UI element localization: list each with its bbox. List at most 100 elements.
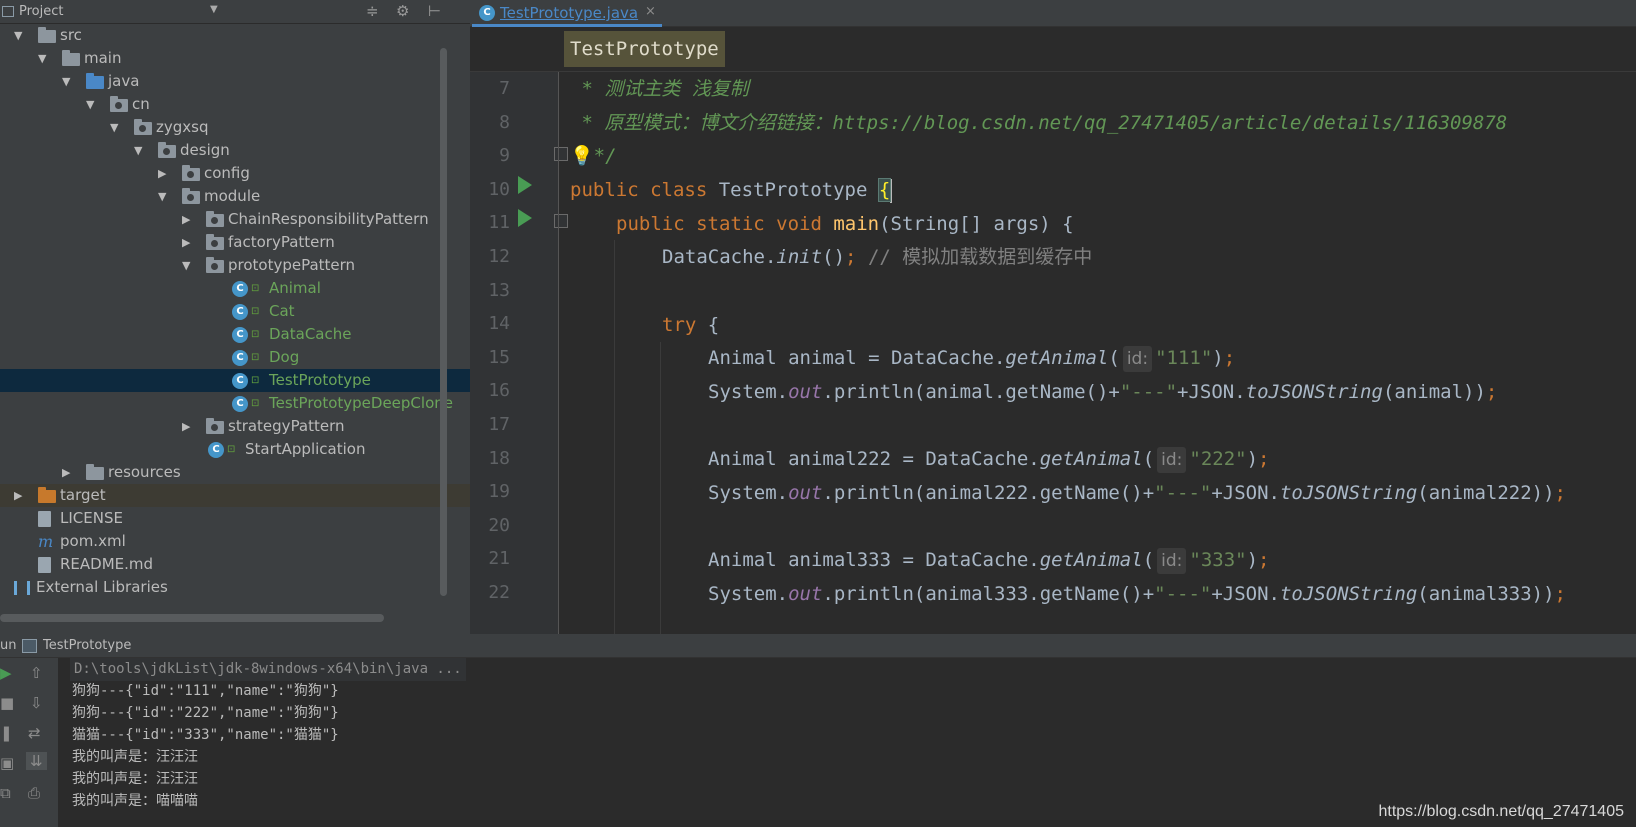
stop-icon[interactable]: ■ (0, 694, 14, 712)
run-config-icon (22, 639, 37, 653)
expand-arrow-icon[interactable]: ▼ (86, 93, 94, 116)
project-title[interactable]: Project (19, 4, 63, 19)
tree-item-design[interactable]: ▼ design (0, 139, 470, 162)
scroll-to-end-icon[interactable]: ⇊ (26, 752, 47, 770)
tree-item-src[interactable]: ▼ src (0, 24, 470, 47)
expand-arrow-icon[interactable]: ▼ (14, 24, 22, 47)
expand-arrow-icon[interactable]: ▼ (62, 70, 70, 93)
console-output[interactable]: D:\tools\jdkList\jdk-8windows-x64\bin\ja… (70, 658, 1632, 827)
tree-item-factorypattern[interactable]: ▶ factoryPattern (0, 231, 470, 254)
tree-item-cat[interactable]: C ⊡ Cat (0, 300, 470, 323)
expand-arrow-icon[interactable]: ▼ (110, 116, 118, 139)
maven-icon: m (38, 532, 54, 551)
tree-item-java[interactable]: ▼ java (0, 70, 470, 93)
layout-icon[interactable]: ⧉ (0, 784, 11, 802)
tree-item-dog[interactable]: C ⊡ Dog (0, 346, 470, 369)
print-icon[interactable]: ⎙ (28, 784, 40, 802)
tree-item-prototypepattern[interactable]: ▼ prototypePattern (0, 254, 470, 277)
expand-arrow-icon[interactable]: ▼ (38, 47, 46, 70)
tree-item-module[interactable]: ▼ module (0, 185, 470, 208)
run-toolbar: ▶ ⇧ ■ ⇩ ❚ ⇄ ▣ ⇊ ⧉ ⎙ (0, 658, 58, 827)
tree-item-label: Animal (269, 279, 321, 297)
collapse-all-icon[interactable]: ≑ (366, 2, 379, 20)
collapse-arrow-icon[interactable]: ▶ (62, 461, 70, 484)
package-icon (206, 211, 224, 227)
tree-item-main[interactable]: ▼ main (0, 47, 470, 70)
hide-icon[interactable]: ⊢ (428, 2, 441, 20)
class-icon: C (208, 442, 224, 458)
tree-item-startapplication[interactable]: C ⊡ StartApplication (0, 438, 470, 461)
tree-item-label: README.md (60, 555, 154, 573)
tree-item-label: Dog (269, 348, 300, 366)
arrow-up-icon[interactable]: ⇧ (30, 664, 43, 682)
tree-item-label: ChainResponsibilityPattern (228, 210, 429, 228)
tree-item-config[interactable]: ▶ config (0, 162, 470, 185)
gear-icon[interactable]: ⚙ (396, 2, 409, 20)
tree-item-license[interactable]: LICENSE (0, 507, 470, 530)
tree-item-label: prototypePattern (228, 256, 356, 274)
tree-horizontal-scrollbar[interactable] (0, 614, 384, 622)
run-tool-window: un TestPrototype ▶ ⇧ ■ ⇩ ❚ ⇄ ▣ ⇊ ⧉ ⎙ D:\… (0, 634, 1636, 827)
tree-vertical-scrollbar[interactable] (440, 48, 447, 596)
tree-item-label: src (60, 26, 82, 44)
run-icon[interactable]: ▶ (0, 664, 12, 682)
collapse-arrow-icon[interactable]: ▶ (182, 208, 190, 231)
param-hint: id: (1157, 547, 1187, 574)
tree-item-readme-md[interactable]: README.md (0, 553, 470, 576)
code-line-21: Animal animal333 = DataCache.getAnimal(i… (708, 543, 1270, 578)
access-icon: ⊡ (251, 398, 260, 409)
collapse-arrow-icon[interactable]: ▶ (182, 415, 190, 438)
pause-icon[interactable]: ❚ (0, 724, 13, 742)
expand-arrow-icon[interactable]: ▼ (158, 185, 166, 208)
tree-item-external-libraries[interactable]: ▶External Libraries (0, 576, 470, 599)
class-icon: C (232, 327, 248, 343)
class-icon: C (479, 5, 495, 21)
chevron-down-icon[interactable]: ▼ (210, 4, 218, 15)
class-icon: C (232, 350, 248, 366)
tree-item-resources[interactable]: ▶ resources (0, 461, 470, 484)
tree-item-testprototypedeepclone[interactable]: C ⊡ TestPrototypeDeepClone (0, 392, 470, 415)
tree-item-label: Cat (269, 302, 295, 320)
line-number: 15 (488, 346, 510, 368)
tree-item-zygxsq[interactable]: ▼ zygxsq (0, 116, 470, 139)
dump-icon[interactable]: ▣ (0, 754, 14, 772)
collapse-arrow-icon[interactable]: ▶ (182, 231, 190, 254)
breadcrumb: TestPrototype (470, 27, 1636, 72)
arrow-down-icon[interactable]: ⇩ (30, 694, 43, 712)
run-config-title[interactable]: TestPrototype (43, 638, 131, 653)
code-line-10: public class TestPrototype { (570, 178, 893, 203)
run-main-icon[interactable] (518, 209, 532, 227)
tree-item-animal[interactable]: C ⊡ Animal (0, 277, 470, 300)
fold-icon[interactable] (554, 214, 568, 228)
tab-testprototype-java[interactable]: C TestPrototype.java × (472, 0, 662, 27)
line-number: 17 (488, 414, 510, 435)
bulb-icon[interactable]: 💡 (570, 145, 594, 167)
console-line: 狗狗---{"id":"111","name":"狗狗"} (72, 683, 339, 699)
run-class-icon[interactable] (518, 176, 532, 194)
folder-icon (62, 50, 80, 66)
tree-item-testprototype[interactable]: C ⊡ TestPrototype (0, 369, 470, 392)
code-area[interactable]: * 测试主类 浅复制 * 原型模式：博文介绍链接：https://blog.cs… (570, 72, 1636, 634)
tree-item-target[interactable]: ▶ target (0, 484, 470, 507)
line-number: 16 (488, 380, 510, 402)
tree-item-cn[interactable]: ▼ cn (0, 93, 470, 116)
line-number: 8 (499, 111, 510, 133)
class-icon: C (232, 373, 248, 389)
soft-wrap-icon[interactable]: ⇄ (28, 724, 41, 742)
tree-item-strategypattern[interactable]: ▶ strategyPattern (0, 415, 470, 438)
expand-arrow-icon[interactable]: ▼ (182, 254, 190, 277)
code-line-15: Animal animal = DataCache.getAnimal(id: "… (708, 341, 1235, 376)
expand-arrow-icon[interactable]: ▼ (134, 139, 142, 162)
breadcrumb-class[interactable]: TestPrototype (564, 31, 725, 67)
param-hint: id: (1122, 345, 1153, 372)
close-icon[interactable]: × (645, 4, 656, 19)
collapse-arrow-icon[interactable]: ▶ (158, 162, 166, 185)
tree-item-chainresponsibilitypattern[interactable]: ▶ ChainResponsibilityPattern (0, 208, 470, 231)
tree-item-label: resources (108, 463, 181, 481)
collapse-arrow-icon[interactable]: ▶ (14, 484, 22, 507)
package-icon (182, 165, 200, 181)
tree-item-pom-xml[interactable]: m pom.xml (0, 530, 470, 553)
tree-item-datacache[interactable]: C ⊡ DataCache (0, 323, 470, 346)
fold-icon[interactable] (554, 147, 568, 161)
editor-gutter: 7 8 9 10 11 12 13 14 15 16 17 18 19 20 21 22 (470, 72, 568, 634)
